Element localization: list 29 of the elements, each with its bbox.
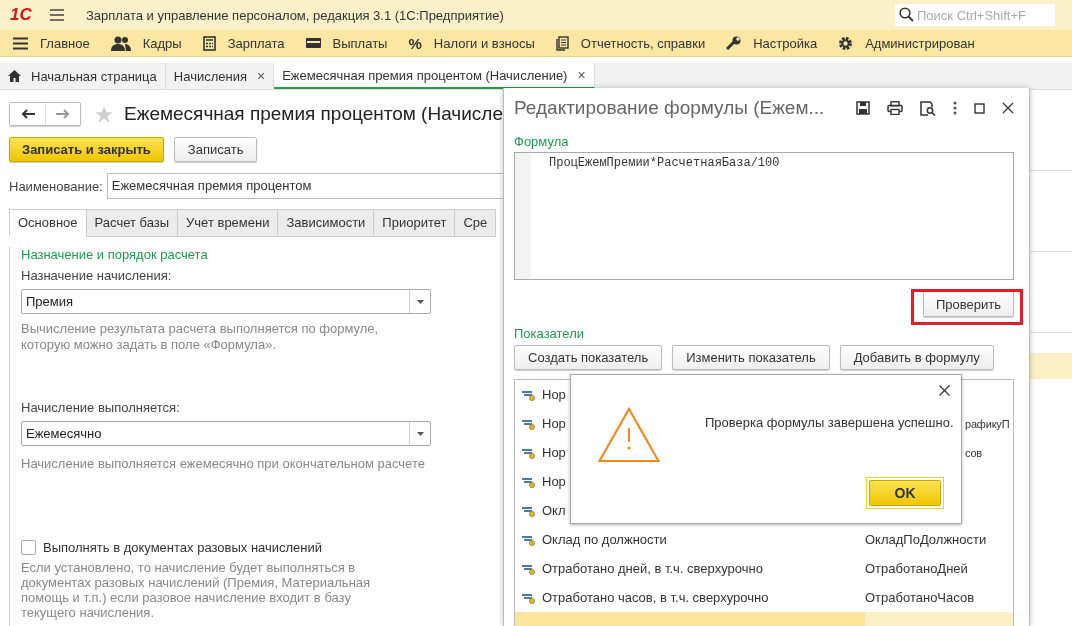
hint-text: Вычисление результата расчета выполняется по формуле, которую можно задать в поле «Формула».: [21, 321, 380, 353]
form-title: Ежемесячная премия процентом (Начисле: [124, 103, 503, 125]
indicator-name: Окл: [542, 503, 566, 518]
indicator-name: Оклад по должности: [542, 532, 667, 547]
field-label: Наименование:: [9, 178, 103, 194]
formula-text: ПроцЕжемПремии*РасчетнаяБаза/100: [549, 156, 780, 172]
section-title: Формула: [514, 134, 570, 149]
indicator-name: Нор: [542, 416, 566, 431]
section-title: Показатели: [514, 326, 585, 341]
indicator-code: ОкладПоДолжности: [865, 532, 987, 547]
indicator-name: Нор: [542, 474, 566, 489]
field-label: Назначение начисления:: [21, 268, 173, 283]
percent-icon: %: [408, 34, 422, 52]
indicator-code: ОтработаноДней: [865, 561, 968, 576]
indicator-name: Отработано часов, в т.ч. сверхурочно: [542, 590, 769, 605]
indicator-code: рафикуП: [965, 417, 1010, 430]
app-title: Зарплата и управление персоналом, редакция 3.1 (1С:Предприятие): [86, 7, 504, 23]
indicator-name: Отработано дней, в т.ч. сверхурочно: [542, 561, 763, 576]
hint-text: Начисление выполняется ежемесячно при окончательном расчете: [21, 456, 426, 472]
field-label: Начисление выполняется:: [21, 400, 181, 415]
message-text: Проверка формулы завершена успешно.: [705, 414, 954, 430]
dialog-title: Редактирование формулы (Ежем...: [514, 97, 826, 119]
indicator-code: ОтработаноЧасов: [865, 590, 975, 605]
indicator-code: сов: [965, 446, 982, 459]
indicator-name: Нор: [542, 445, 566, 460]
group-title: Назначение и порядок расчета: [21, 247, 209, 262]
indicator-name: Нор: [542, 387, 566, 402]
hint-text: Если установлено, то начисление будет выполняться в документах разовых начислений (Премия, Материальная помощь и т.п.) если разовое начисление входит в базу текущего начисления.: [21, 560, 372, 620]
logo: 1С: [10, 5, 33, 25]
